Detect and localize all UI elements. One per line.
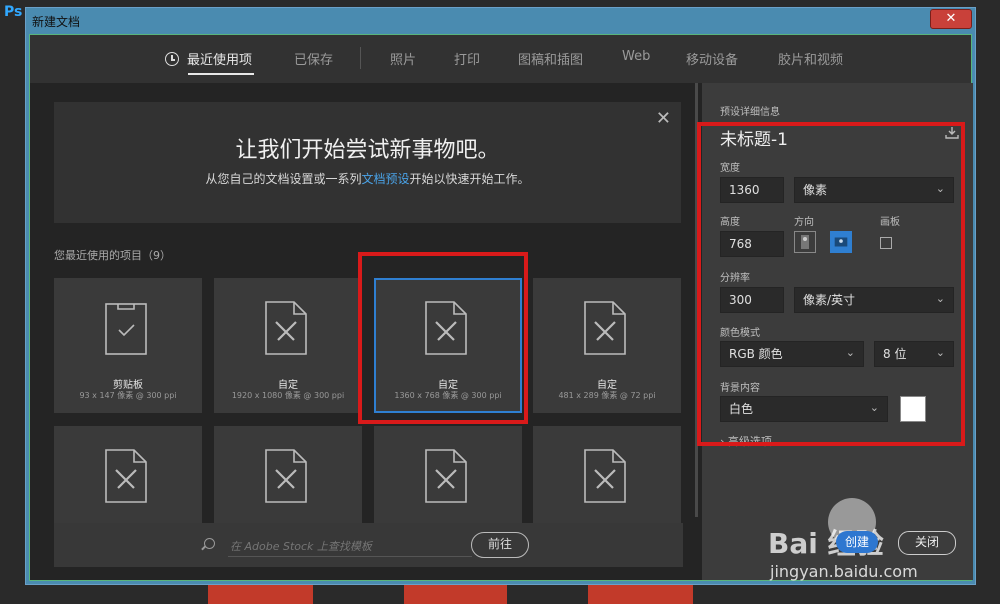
tab-print[interactable]: 打印 xyxy=(454,49,480,68)
clipboard-icon xyxy=(105,303,147,355)
highlight-details-panel xyxy=(697,122,965,446)
recent-item-card[interactable] xyxy=(374,426,522,526)
highlight-selected-card xyxy=(358,252,528,424)
tab-divider xyxy=(360,47,361,69)
tab-art-illustration[interactable]: 图稿和插图 xyxy=(518,49,583,68)
stock-search-input[interactable] xyxy=(228,536,472,557)
recent-item-meta: 93 x 147 像素 @ 300 ppi xyxy=(79,391,177,400)
custom-document-icon xyxy=(265,449,307,503)
recent-items-label: 您最近使用的项目（9） xyxy=(54,249,171,262)
recent-item-name: 剪贴板 xyxy=(113,380,143,391)
recent-item-name: 自定 xyxy=(597,380,617,391)
recent-item-name: 自定 xyxy=(278,380,298,391)
recent-item-card[interactable] xyxy=(533,426,681,526)
custom-document-icon xyxy=(584,449,626,503)
recent-item-meta: 1920 x 1080 像素 @ 300 ppi xyxy=(231,391,345,400)
tab-recent[interactable]: 最近使用项 xyxy=(165,49,252,68)
recent-item-card[interactable]: 自定 1920 x 1080 像素 @ 300 ppi xyxy=(214,278,362,413)
category-tabs: 最近使用项 已保存 照片 打印 图稿和插图 Web 移动设备 胶片和视频 xyxy=(30,35,971,83)
custom-document-icon xyxy=(265,301,307,355)
custom-document-icon xyxy=(584,301,626,355)
close-banner-icon[interactable]: ✕ xyxy=(656,108,671,129)
app-logo: Ps xyxy=(4,4,23,20)
tab-film-video[interactable]: 胶片和视频 xyxy=(778,49,843,68)
recent-item-card[interactable] xyxy=(214,426,362,526)
watermark-url: jingyan.baidu.com xyxy=(770,562,918,581)
search-icon xyxy=(204,538,215,549)
welcome-subtitle: 从您自己的文档设置或一系列文档预设开始以快速开始工作。 xyxy=(205,172,530,186)
welcome-heading: 让我们开始尝试新事物吧。 xyxy=(235,138,500,163)
custom-document-icon xyxy=(425,449,467,503)
preset-details-label: 预设详细信息 xyxy=(720,107,780,118)
custom-document-icon xyxy=(105,449,147,503)
close-button[interactable]: 关闭 xyxy=(898,531,956,555)
title-bar: 新建文档 ✕ xyxy=(26,8,975,34)
clock-icon xyxy=(165,52,179,66)
welcome-banner: 让我们开始尝试新事物吧。 从您自己的文档设置或一系列文档预设开始以快速开始工作。… xyxy=(54,102,681,223)
tab-saved[interactable]: 已保存 xyxy=(294,49,333,68)
create-button[interactable]: 创建 xyxy=(836,531,878,553)
tab-web[interactable]: Web xyxy=(622,49,650,64)
presets-link[interactable]: 文档预设 xyxy=(361,172,409,186)
recent-item-card[interactable]: 自定 481 x 289 像素 @ 72 ppi xyxy=(533,278,681,413)
tab-photo[interactable]: 照片 xyxy=(390,49,416,68)
active-tab-indicator xyxy=(188,73,254,75)
go-button[interactable]: 前往 xyxy=(471,532,529,558)
stock-search-bar: 前往 xyxy=(54,523,683,567)
window-title: 新建文档 xyxy=(32,15,81,29)
window-close-button[interactable]: ✕ xyxy=(930,9,972,29)
recent-item-card[interactable]: 剪贴板 93 x 147 像素 @ 300 ppi xyxy=(54,278,202,413)
recent-item-meta: 481 x 289 像素 @ 72 ppi xyxy=(558,391,656,400)
tab-mobile[interactable]: 移动设备 xyxy=(686,49,738,68)
recent-item-card[interactable] xyxy=(54,426,202,526)
